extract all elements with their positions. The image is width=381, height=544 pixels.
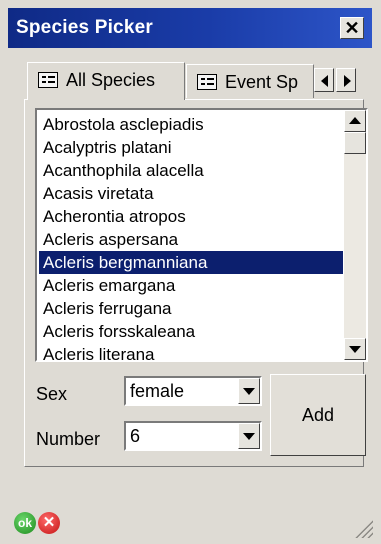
cancel-icon: ✕ (42, 514, 56, 531)
window-title: Species Picker (16, 17, 153, 38)
tab-all-species[interactable]: All Species (27, 62, 185, 100)
list-item[interactable]: Acleris bergmanniana (39, 251, 343, 274)
number-select[interactable]: 6 (124, 421, 262, 451)
sex-value: female (130, 381, 185, 401)
tab-event-species[interactable]: Event Sp (186, 64, 314, 98)
number-label: Number (36, 429, 101, 449)
list-item[interactable]: Acleris ferrugana (39, 297, 343, 320)
ok-icon: ok (17, 516, 32, 530)
close-icon: ✕ (344, 18, 360, 38)
close-button[interactable]: ✕ (340, 17, 364, 39)
list-item[interactable]: Acleris forsskaleana (39, 320, 343, 343)
resize-grip[interactable] (353, 518, 373, 538)
chevron-down-icon (243, 433, 255, 440)
list-item[interactable]: Acleris literana (39, 343, 343, 366)
tab-label: All Species (66, 70, 156, 90)
add-button[interactable]: Add (270, 374, 366, 456)
arrow-left-icon (321, 75, 328, 87)
number-dropdown-button[interactable] (238, 423, 260, 449)
list-icon (197, 74, 217, 90)
arrow-down-icon (349, 346, 361, 353)
sex-select[interactable]: female (124, 376, 262, 406)
list-scrollbar[interactable] (344, 110, 366, 360)
tab-scroll-left-button[interactable] (314, 68, 334, 92)
list-item[interactable]: Acasis viretata (39, 182, 343, 205)
list-icon (38, 72, 58, 88)
tab-label: Event Sp (225, 72, 299, 92)
sex-dropdown-button[interactable] (238, 378, 260, 404)
species-listbox[interactable]: Abrostola asclepiadis Acalyptris platani A… (35, 108, 368, 364)
species-picker-window: Species Picker ✕ All Species Event Sp Ab… (0, 0, 381, 544)
number-value: 6 (130, 426, 141, 446)
list-item[interactable]: Acherontia atropos (39, 205, 343, 228)
list-item[interactable]: Abrostola asclepiadis (39, 113, 343, 136)
sex-label: Sex (36, 384, 68, 404)
scroll-down-button[interactable] (344, 338, 366, 360)
scroll-thumb[interactable] (344, 132, 366, 154)
species-list: Abrostola asclepiadis Acalyptris platani A… (39, 113, 343, 366)
ok-button[interactable]: ok (14, 512, 36, 534)
list-item[interactable]: Acleris emargana (39, 274, 343, 297)
arrow-up-icon (349, 117, 361, 124)
arrow-right-icon (344, 75, 351, 87)
list-item[interactable]: Acalyptris platani (39, 136, 343, 159)
scroll-up-button[interactable] (344, 110, 366, 132)
list-item[interactable]: Acanthophila alacella (39, 159, 343, 182)
cancel-button[interactable]: ✕ (38, 512, 60, 534)
list-item[interactable]: Acleris aspersana (39, 228, 343, 251)
title-bar[interactable]: Species Picker ✕ (8, 8, 372, 48)
chevron-down-icon (243, 388, 255, 395)
tab-scroll-right-button[interactable] (336, 68, 356, 92)
